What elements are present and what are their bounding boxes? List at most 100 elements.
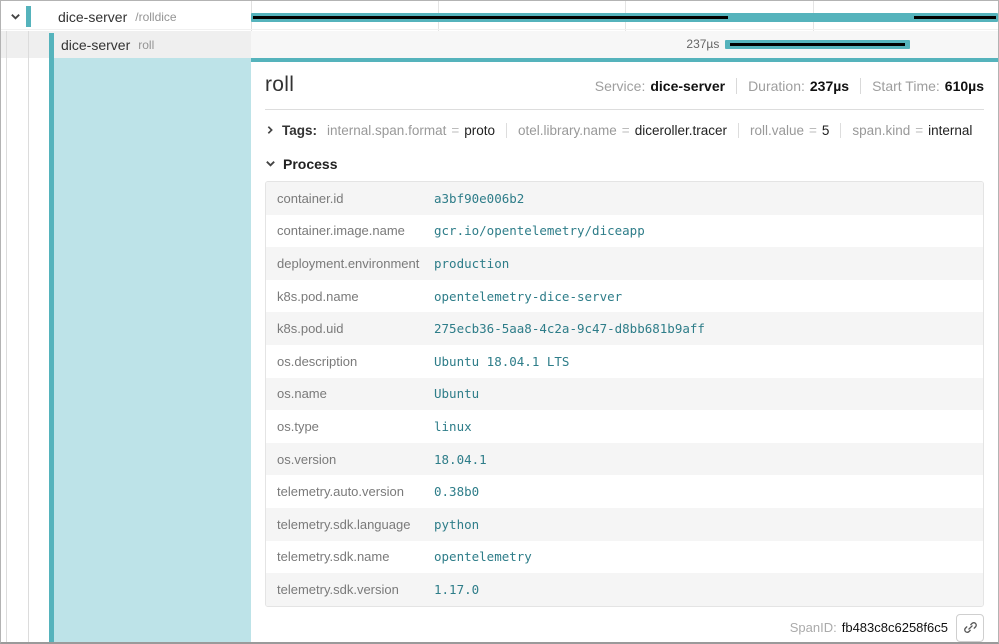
critical-path-segment — [914, 16, 995, 19]
attribute-value: gcr.io/opentelemetry/diceapp — [434, 223, 645, 238]
meta-value: 237µs — [810, 78, 849, 94]
span-row-roll[interactable]: dice-server roll 237µs — [1, 31, 998, 58]
attribute-key: telemetry.sdk.name — [266, 549, 434, 564]
span-name-cell[interactable]: dice-server /rolldice — [1, 4, 251, 29]
chevron-down-icon — [265, 158, 276, 169]
tag-item: span.kind = internal — [840, 123, 972, 138]
attribute-value: 18.04.1 — [434, 452, 487, 467]
attribute-value: Ubuntu — [434, 386, 479, 401]
meta-item: Service: dice-server — [595, 78, 725, 94]
span-detail-header: roll Service: dice-server Duration: 237µ… — [265, 73, 984, 97]
attribute-value: opentelemetry-dice-server — [434, 289, 622, 304]
timeline-cell — [251, 4, 998, 29]
attribute-key: os.version — [266, 452, 434, 467]
indent-guide — [6, 31, 7, 58]
attribute-key: os.name — [266, 386, 434, 401]
tag-equals: = — [622, 123, 630, 138]
attribute-value: python — [434, 517, 479, 532]
table-row: k8s.pod.uid 275ecb36-5aa8-4c2a-9c47-d8bb… — [266, 312, 983, 345]
attribute-key: deployment.environment — [266, 256, 434, 271]
attribute-key: telemetry.sdk.version — [266, 582, 434, 597]
tag-value: proto — [464, 123, 495, 138]
table-row: telemetry.auto.version 0.38b0 — [266, 475, 983, 508]
tag-key: internal.span.format — [327, 123, 446, 138]
attribute-key: telemetry.auto.version — [266, 484, 434, 499]
span-bar[interactable] — [725, 40, 910, 49]
process-attributes-table: container.id a3bf90e006b2 container.imag… — [265, 181, 984, 607]
indent-guide — [28, 58, 29, 642]
table-row: k8s.pod.name opentelemetry-dice-server — [266, 280, 983, 313]
tag-equals: = — [451, 123, 459, 138]
table-row: deployment.environment production — [266, 247, 983, 280]
tag-item: roll.value = 5 — [738, 123, 829, 138]
spanid-label: SpanID: — [790, 620, 837, 635]
table-row: os.type linux — [266, 410, 983, 443]
chevron-right-icon — [265, 125, 275, 135]
attribute-key: k8s.pod.uid — [266, 321, 434, 336]
table-row: container.image.name gcr.io/opentelemetr… — [266, 215, 983, 248]
meta-item: Start Time: 610µs — [860, 78, 984, 94]
tag-key: span.kind — [852, 123, 910, 138]
span-name-cell[interactable]: dice-server roll — [1, 31, 251, 58]
span-detail-panel: roll Service: dice-server Duration: 237µ… — [251, 58, 998, 642]
tag-key: roll.value — [750, 123, 804, 138]
copy-link-button[interactable] — [956, 614, 984, 642]
attribute-key: container.id — [266, 191, 434, 206]
table-row: os.name Ubuntu — [266, 378, 983, 411]
tag-item: internal.span.format = proto — [327, 123, 495, 138]
attribute-value: a3bf90e006b2 — [434, 191, 524, 206]
operation-name: /rolldice — [135, 10, 176, 24]
critical-path-segment — [730, 43, 905, 46]
attribute-key: os.type — [266, 419, 434, 434]
span-title: roll — [265, 73, 294, 97]
span-row-rolldice[interactable]: dice-server /rolldice — [1, 4, 998, 30]
attribute-key: os.description — [266, 354, 434, 369]
attribute-value: production — [434, 256, 509, 271]
tag-key: otel.library.name — [518, 123, 617, 138]
tag-list: internal.span.format = proto otel.librar… — [327, 123, 972, 138]
attribute-value: 0.38b0 — [434, 484, 479, 499]
meta-item: Duration: 237µs — [736, 78, 849, 94]
span-tree-left-column — [1, 58, 251, 642]
attribute-value: opentelemetry — [434, 549, 532, 564]
meta-label: Duration: — [748, 78, 805, 94]
meta-value: dice-server — [650, 78, 725, 94]
process-section-header[interactable]: Process — [265, 155, 984, 172]
span-detail-footer: SpanID: fb483c8c6258f6c5 — [265, 614, 984, 642]
spanid-value: fb483c8c6258f6c5 — [842, 620, 948, 635]
span-meta-list: Service: dice-server Duration: 237µs Sta… — [595, 78, 984, 94]
attribute-value: 1.17.0 — [434, 582, 479, 597]
span-bar[interactable] — [251, 13, 998, 22]
operation-name: roll — [138, 38, 154, 52]
meta-label: Service: — [595, 78, 646, 94]
table-row: os.description Ubuntu 18.04.1 LTS — [266, 345, 983, 378]
timeline-cell: 237µs — [251, 31, 998, 58]
table-row: telemetry.sdk.name opentelemetry — [266, 541, 983, 574]
meta-label: Start Time: — [872, 78, 940, 94]
attribute-value: 275ecb36-5aa8-4c2a-9c47-d8bb681b9aff — [434, 321, 705, 336]
critical-path-segment — [253, 16, 727, 19]
table-row: telemetry.sdk.language python — [266, 508, 983, 541]
span-duration-label: 237µs — [251, 31, 719, 58]
tag-equals: = — [809, 123, 817, 138]
tags-label: Tags: — [282, 123, 317, 138]
selected-span-highlight — [54, 58, 251, 642]
attribute-key: container.image.name — [266, 223, 434, 238]
service-name: dice-server — [61, 37, 130, 53]
meta-value: 610µs — [945, 78, 984, 94]
service-color-bar — [26, 6, 31, 27]
table-row: os.version 18.04.1 — [266, 443, 983, 476]
indent-guide — [6, 58, 7, 642]
attribute-value: Ubuntu 18.04.1 LTS — [434, 354, 569, 369]
tags-section-header[interactable]: Tags: internal.span.format = proto otel.… — [265, 119, 984, 141]
chevron-down-icon[interactable] — [9, 11, 21, 23]
process-label: Process — [283, 156, 337, 172]
tag-equals: = — [915, 123, 923, 138]
table-row: container.id a3bf90e006b2 — [266, 182, 983, 215]
attribute-key: telemetry.sdk.language — [266, 517, 434, 532]
tag-value: diceroller.tracer — [635, 123, 727, 138]
link-icon — [963, 620, 978, 635]
attribute-key: k8s.pod.name — [266, 289, 434, 304]
tag-item: otel.library.name = diceroller.tracer — [506, 123, 727, 138]
jaeger-trace-view: dice-server /rolldice dice-server roll 2… — [0, 0, 999, 644]
